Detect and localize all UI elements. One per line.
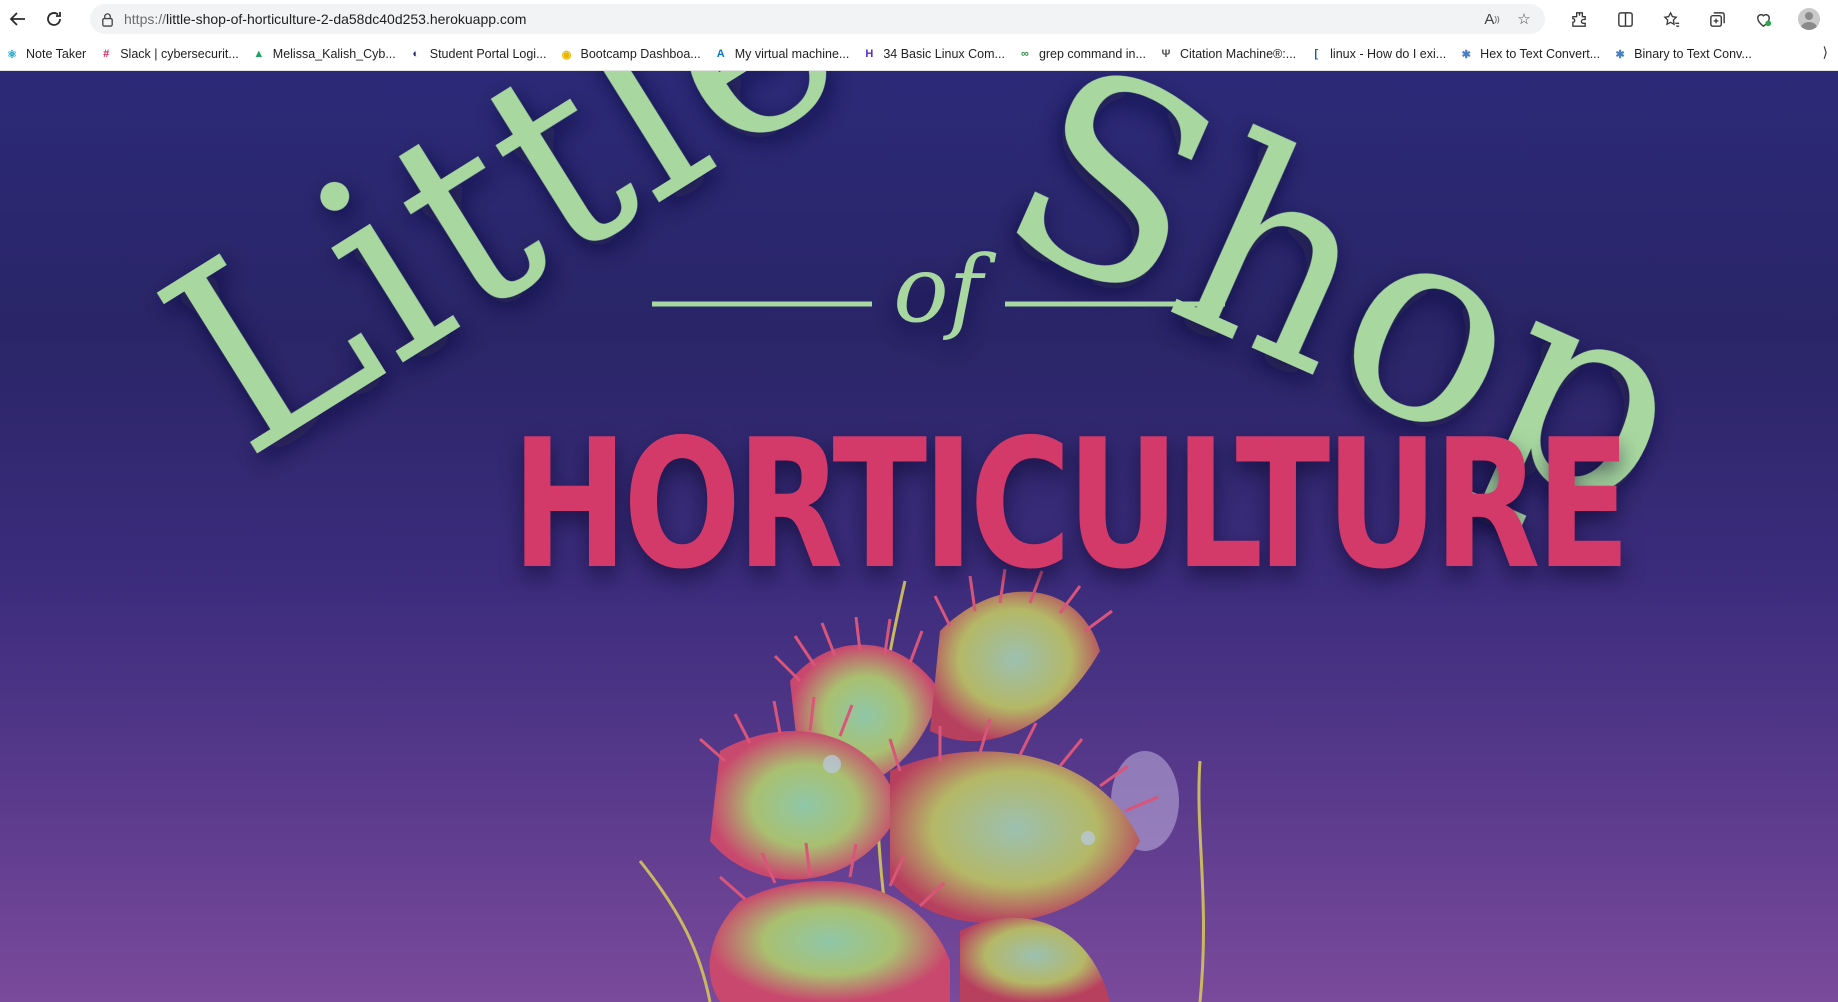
collections-icon[interactable]: [1698, 3, 1736, 35]
profile-button[interactable]: [1790, 3, 1828, 35]
bookmark-item[interactable]: H 34 Basic Linux Com...: [857, 41, 1013, 67]
bookmark-label: Student Portal Logi...: [429, 47, 547, 61]
bookmark-label: Binary to Text Conv...: [1634, 47, 1752, 61]
arrow-left-icon: [9, 12, 25, 26]
bookmark-label: Slack | cybersecurit...: [120, 47, 239, 61]
hero-subtitle-horticulture: HORTICULTURE: [511, 401, 1631, 608]
favorite-star-icon[interactable]: ☆: [1513, 9, 1535, 29]
extensions-icon[interactable]: [1560, 3, 1598, 35]
split-screen-icon[interactable]: [1606, 3, 1644, 35]
linux-hint-icon: H: [865, 48, 874, 60]
bookmark-label: 34 Basic Linux Com...: [883, 47, 1005, 61]
portal-icon: ◐: [412, 48, 420, 60]
bookmark-item[interactable]: ✱ Hex to Text Convert...: [1454, 41, 1608, 67]
react-icon: ⚛: [7, 48, 17, 61]
google-drive-icon: ▲: [253, 48, 265, 60]
address-bar[interactable]: https://little-shop-of-horticulture-2-da…: [90, 4, 1545, 34]
converter-icon: ✱: [1461, 48, 1471, 61]
bookmark-item[interactable]: ✱ Binary to Text Conv...: [1608, 41, 1760, 67]
slack-icon: #: [103, 48, 110, 60]
bookmark-label: Citation Machine®:...: [1179, 47, 1297, 61]
avatar-icon: [1798, 8, 1820, 30]
bookmark-item[interactable]: ∞ grep command in...: [1013, 41, 1154, 67]
back-button[interactable]: [0, 3, 36, 35]
bookmark-label: Melissa_Kalish_Cyb...: [272, 47, 396, 61]
refresh-button[interactable]: [36, 3, 72, 35]
bookmark-label: Hex to Text Convert...: [1480, 47, 1601, 61]
bookmark-item[interactable]: # Slack | cybersecurit...: [94, 41, 247, 67]
bookmark-item[interactable]: ◉ Bootcamp Dashboa...: [555, 41, 709, 67]
bookmark-label: My virtual machine...: [734, 47, 850, 61]
bookmark-label: Note Taker: [26, 47, 87, 61]
bookmark-item[interactable]: ⚛ Note Taker: [0, 41, 94, 67]
url-host: little-shop-of-horticulture-2-da58dc40d2…: [166, 11, 527, 27]
favorites-icon[interactable]: [1652, 3, 1690, 35]
refresh-icon: [47, 12, 61, 26]
venus-flytrap-illustration: [638, 568, 1206, 1002]
bookmark-item[interactable]: ▲ Melissa_Kalish_Cyb...: [247, 41, 404, 67]
page-content: Little Shop of HORTICULTURE: [0, 71, 1838, 1002]
browser-essentials-icon[interactable]: [1744, 3, 1782, 35]
url-text[interactable]: https://little-shop-of-horticulture-2-da…: [124, 11, 526, 27]
geeks-icon: ∞: [1021, 48, 1029, 60]
stackexchange-icon: [: [1314, 48, 1318, 60]
bookmark-label: Bootcamp Dashboa...: [580, 47, 701, 61]
converter-icon: ✱: [1615, 48, 1625, 61]
bookmarks-overflow-icon[interactable]: ⟩: [1823, 44, 1828, 61]
citation-icon: Ψ: [1161, 48, 1171, 60]
browser-toolbar: https://little-shop-of-horticulture-2-da…: [0, 0, 1838, 38]
bootcamp-icon: ◉: [561, 48, 572, 61]
azure-icon: A: [716, 48, 725, 60]
bookmarks-bar: ⚛ Note Taker # Slack | cybersecurit... ▲ Meli…: [0, 38, 1838, 71]
lock-icon[interactable]: [90, 12, 124, 27]
read-aloud-icon[interactable]: A)): [1481, 9, 1503, 29]
bookmark-item[interactable]: A My virtual machine...: [709, 41, 858, 67]
url-protocol: https://: [124, 11, 167, 27]
title-word-of: of: [893, 236, 996, 343]
bookmark-label: linux - How do I exi...: [1330, 47, 1447, 61]
bookmark-item[interactable]: [ linux - How do I exi...: [1304, 41, 1454, 67]
bookmark-item[interactable]: ◐ Student Portal Logi...: [404, 41, 555, 67]
bookmark-label: grep command in...: [1038, 47, 1146, 61]
bookmark-item[interactable]: Ψ Citation Machine®:...: [1154, 41, 1304, 67]
